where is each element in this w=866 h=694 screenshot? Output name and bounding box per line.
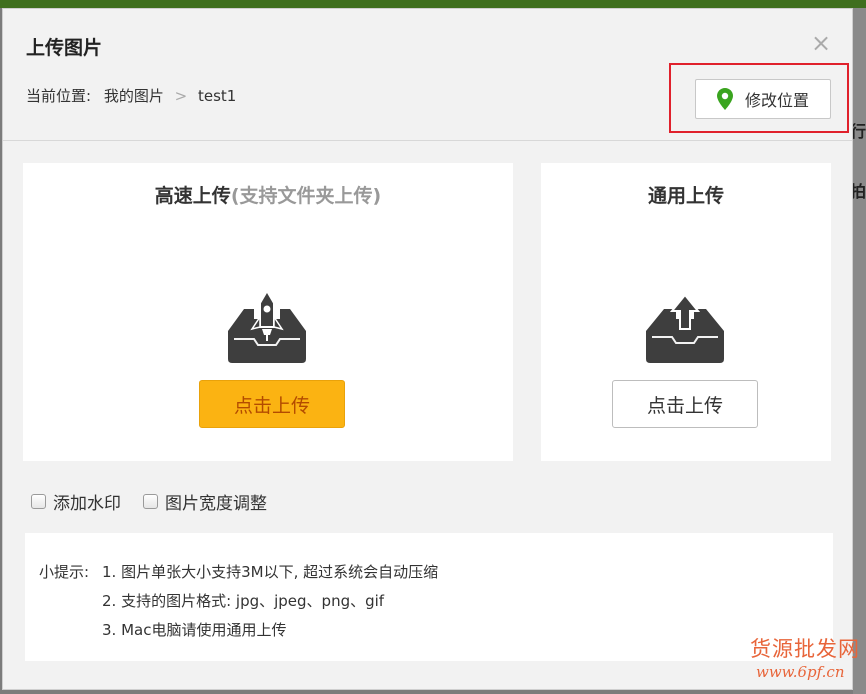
dialog-title: 上传图片 bbox=[26, 37, 103, 59]
resize-checkbox[interactable] bbox=[143, 494, 158, 509]
breadcrumb-current: test1 bbox=[198, 87, 237, 105]
tips-box: 小提示: 1. 图片单张大小支持3M以下, 超过系统会自动压缩 2. 支持的图片… bbox=[25, 533, 833, 661]
watermark-cn: 货源批发网 bbox=[750, 637, 860, 661]
watermark-option[interactable]: 添加水印 bbox=[31, 489, 121, 514]
normal-upload-panel: 通用上传 点击上传 bbox=[541, 163, 831, 461]
header-divider bbox=[3, 140, 852, 141]
fast-upload-title: 高速上传(支持文件夹上传) bbox=[23, 181, 513, 208]
tray-upload-icon bbox=[646, 295, 724, 363]
watermark-label[interactable]: 添加水印 bbox=[53, 489, 121, 514]
breadcrumb: 当前位置: 我的图片 > test1 bbox=[26, 85, 236, 106]
resize-option[interactable]: 图片宽度调整 bbox=[143, 489, 267, 514]
watermark-url: www.6pf.cn bbox=[756, 663, 845, 681]
rocket-upload-icon bbox=[228, 289, 306, 363]
fast-upload-panel: 高速上传(支持文件夹上传) 点击上传 bbox=[23, 163, 513, 461]
change-location-label: 修改位置 bbox=[744, 91, 809, 110]
background-page-edge bbox=[853, 8, 866, 694]
map-pin-icon bbox=[716, 88, 733, 110]
site-watermark: 货源批发网 www.6pf.cn bbox=[750, 633, 862, 685]
fast-upload-subtitle: (支持文件夹上传) bbox=[230, 185, 382, 207]
normal-upload-title: 通用上传 bbox=[647, 185, 724, 207]
watermark-checkbox[interactable] bbox=[31, 494, 46, 509]
change-location-button[interactable]: 修改位置 bbox=[695, 79, 831, 119]
background-top-bar bbox=[0, 0, 866, 8]
tips-line: 2. 支持的图片格式: jpg、jpeg、png、gif bbox=[102, 592, 385, 610]
tips-line: 3. Mac电脑请使用通用上传 bbox=[102, 621, 287, 639]
fast-upload-title-text: 高速上传 bbox=[154, 185, 231, 207]
fast-upload-button[interactable]: 点击上传 bbox=[199, 380, 345, 428]
tips-line: 1. 图片单张大小支持3M以下, 超过系统会自动压缩 bbox=[102, 563, 439, 581]
breadcrumb-separator: > bbox=[174, 87, 188, 105]
breadcrumb-root[interactable]: 我的图片 bbox=[104, 87, 164, 105]
resize-label[interactable]: 图片宽度调整 bbox=[165, 489, 267, 514]
close-icon[interactable]: × bbox=[809, 31, 833, 55]
tips-prefix: 小提示: bbox=[39, 563, 90, 581]
normal-upload-button[interactable]: 点击上传 bbox=[612, 380, 758, 428]
upload-dialog: 上传图片 × 当前位置: 我的图片 > test1 修改位置 高速上传(支持文件… bbox=[2, 8, 853, 690]
breadcrumb-prefix: 当前位置: bbox=[26, 87, 92, 105]
